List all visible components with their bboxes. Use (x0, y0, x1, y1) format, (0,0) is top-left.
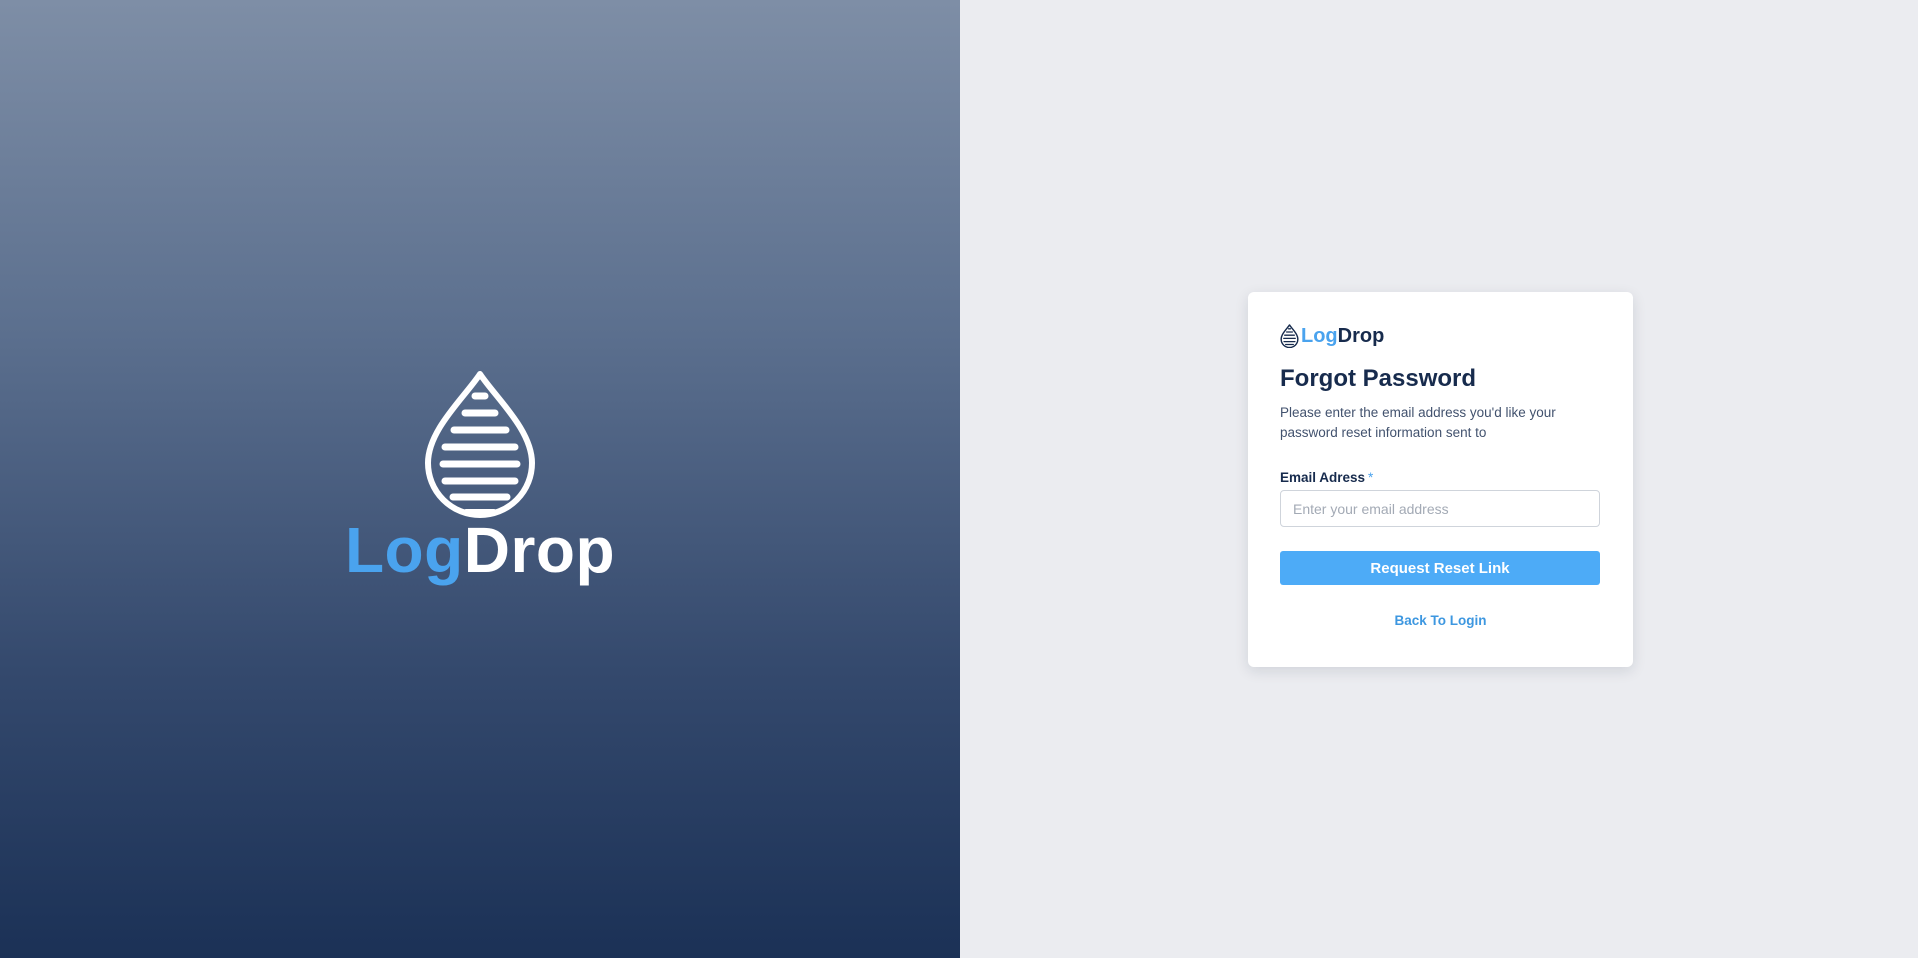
form-panel: LogDrop Forgot Password Please enter the… (960, 0, 1918, 958)
card-logo: LogDrop (1280, 322, 1601, 350)
card-wordmark: LogDrop (1301, 325, 1384, 348)
hero-wordmark: LogDrop (345, 518, 615, 582)
forgot-password-card: LogDrop Forgot Password Please enter the… (1248, 292, 1633, 667)
back-to-login-link[interactable]: Back To Login (1280, 613, 1601, 628)
hero-logo: LogDrop (0, 368, 960, 582)
card-wordmark-drop: Drop (1337, 324, 1385, 347)
request-reset-link-button[interactable]: Request Reset Link (1280, 551, 1600, 585)
wordmark-drop: Drop (463, 514, 616, 586)
card-wordmark-log: Log (1301, 324, 1338, 347)
page-title: Forgot Password (1280, 365, 1477, 392)
droplet-icon (1280, 324, 1299, 348)
email-label-text: Email Adress (1280, 470, 1366, 485)
droplet-icon (425, 371, 535, 518)
required-marker: * (1368, 470, 1374, 485)
form-description: Please enter the email address you'd lik… (1280, 405, 1556, 440)
email-label: Email Adress * (1280, 470, 1601, 485)
hero-panel: LogDrop (0, 0, 960, 958)
wordmark-log: Log (344, 514, 464, 586)
email-field[interactable] (1280, 490, 1600, 527)
